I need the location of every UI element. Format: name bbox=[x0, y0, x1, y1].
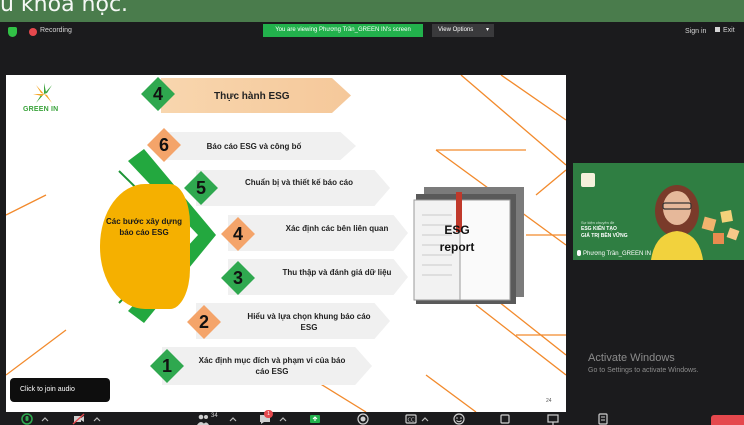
start-video-icon[interactable] bbox=[72, 412, 86, 425]
share-screen-icon[interactable] bbox=[308, 412, 322, 425]
participants-icon[interactable] bbox=[196, 412, 210, 425]
svg-text:CC: CC bbox=[408, 418, 415, 424]
leave-button[interactable] bbox=[711, 415, 744, 425]
sign-in-link[interactable]: Sign in bbox=[685, 28, 706, 35]
exit-fullscreen-label: Exit bbox=[723, 27, 735, 34]
activate-windows-subtitle: Go to Settings to activate Windows. bbox=[588, 367, 699, 374]
join-audio-icon[interactable] bbox=[20, 412, 34, 425]
join-audio-tooltip-text: Click to join audio bbox=[20, 386, 75, 393]
participant-caption-small: Sự kiện chuyên đề bbox=[581, 220, 615, 225]
participant-video-tile[interactable]: Sự kiện chuyên đề ESG KIẾN TẠO GIÁ TRỊ B… bbox=[573, 163, 744, 260]
top-caption: u khoá học. bbox=[0, 0, 129, 17]
chevron-up-icon[interactable] bbox=[276, 412, 290, 425]
join-audio-tooltip[interactable]: Click to join audio bbox=[10, 378, 110, 402]
step-1-number: 1 bbox=[161, 356, 172, 376]
fullscreen-icon bbox=[715, 27, 720, 32]
chevron-up-icon[interactable] bbox=[38, 412, 52, 425]
bottom-toolbar: 34 1 CC bbox=[0, 410, 744, 425]
center-label: Các bước xây dựng báo cáo ESG bbox=[106, 217, 182, 237]
chevron-up-icon[interactable] bbox=[90, 412, 104, 425]
center-yellow-shape bbox=[100, 184, 190, 309]
recording-label: Recording bbox=[40, 27, 72, 34]
apps-icon[interactable] bbox=[498, 412, 512, 425]
viewing-screen-banner: You are viewing Phương Trần_GREEN IN's s… bbox=[263, 24, 423, 37]
step-1-label: Xác định mục đích và phạm vi của báo cáo… bbox=[198, 356, 346, 376]
banner-number: 4 bbox=[152, 84, 163, 104]
step-3-label: Thu thập và đánh giá dữ liệu bbox=[282, 268, 392, 277]
record-icon[interactable] bbox=[356, 412, 370, 425]
step-4-number: 4 bbox=[232, 224, 243, 244]
zoom-window: Recording You are viewing Phương Trần_GR… bbox=[0, 22, 744, 425]
view-options-label: View Options bbox=[438, 27, 474, 33]
notes-icon[interactable] bbox=[596, 412, 610, 425]
step-5-ribbon bbox=[196, 170, 390, 206]
step-6-number: 6 bbox=[158, 135, 169, 155]
view-options-button[interactable]: View Options ▾ bbox=[432, 24, 494, 37]
step-2-label: Hiểu và lựa chọn khung báo cáo ESG bbox=[247, 312, 371, 332]
step-6-label: Báo cáo ESG và công bố bbox=[206, 142, 302, 151]
banner-title: Thực hành ESG bbox=[214, 91, 290, 102]
participant-caption-line2: GIÁ TRỊ BỀN VỮNG bbox=[581, 233, 628, 239]
chevron-down-icon: ▾ bbox=[485, 27, 489, 33]
speaker-figure bbox=[651, 185, 740, 260]
step-4-label: Xác định các bên liên quan bbox=[285, 224, 389, 233]
step-3-number: 3 bbox=[232, 268, 243, 288]
security-shield-icon[interactable] bbox=[8, 27, 17, 37]
recording-dot-icon bbox=[29, 28, 37, 36]
closed-caption-icon[interactable]: CC bbox=[404, 412, 418, 425]
slide-page-number: 24 bbox=[546, 398, 552, 404]
exit-fullscreen-button[interactable]: Exit bbox=[715, 27, 735, 34]
participants-count: 34 bbox=[211, 413, 218, 419]
esg-report-book-label: ESG report bbox=[439, 223, 475, 254]
participant-name-text: Phương Trần_GREEN IN bbox=[583, 251, 651, 257]
logo-text: GREEN IN bbox=[23, 106, 59, 113]
shared-screen-slide: GREEN IN 4 Thực hành ESG Báo cáo ESG và … bbox=[6, 75, 566, 412]
mic-icon bbox=[577, 250, 581, 256]
participant-event-logo bbox=[581, 173, 595, 187]
step-2-number: 2 bbox=[198, 312, 209, 332]
participant-caption-line1: ESG KIẾN TẠO bbox=[581, 226, 617, 232]
whiteboard-icon[interactable] bbox=[546, 412, 560, 425]
reactions-icon[interactable] bbox=[452, 412, 466, 425]
chevron-up-icon[interactable] bbox=[418, 412, 432, 425]
chevron-up-icon[interactable] bbox=[226, 412, 240, 425]
zoom-top-bar: Recording You are viewing Phương Trần_GR… bbox=[0, 22, 744, 42]
participant-name: Phương Trần_GREEN IN bbox=[577, 250, 651, 257]
step-5-number: 5 bbox=[195, 178, 206, 198]
step-5-label: Chuẩn bị và thiết kế báo cáo bbox=[244, 178, 354, 187]
chat-badge: 1 bbox=[264, 410, 273, 418]
activate-windows-title: Activate Windows bbox=[588, 352, 675, 364]
